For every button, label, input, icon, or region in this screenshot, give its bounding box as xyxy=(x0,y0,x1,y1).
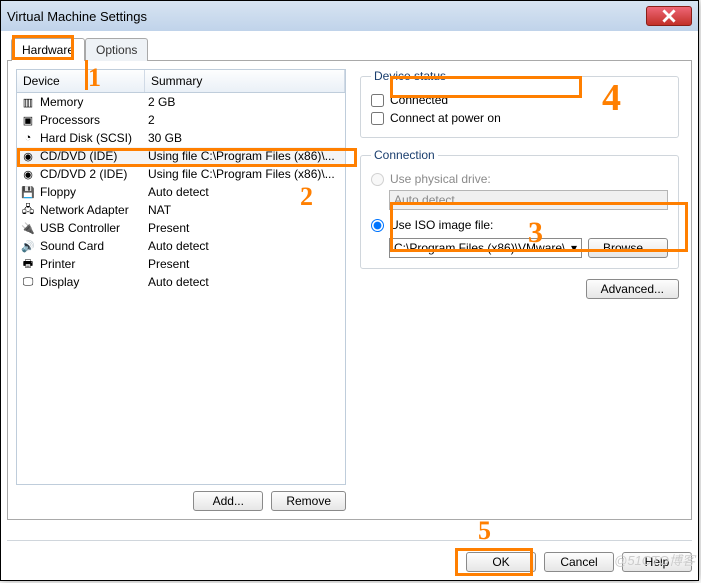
connect-power-label: Connect at power on xyxy=(390,111,501,125)
device-row-printer[interactable]: 🖶 PrinterPresent xyxy=(17,255,345,273)
device-row-hard-disk-scsi-[interactable]: ◔ Hard Disk (SCSI)30 GB xyxy=(17,129,345,147)
connected-label: Connected xyxy=(390,93,448,107)
cd-icon: ◉ xyxy=(20,148,36,164)
net-icon: 🖧 xyxy=(20,202,36,218)
device-name: Memory xyxy=(40,95,148,109)
window-title: Virtual Machine Settings xyxy=(7,9,147,24)
memory-icon: ▥ xyxy=(20,94,36,110)
device-name: USB Controller xyxy=(40,221,148,235)
column-header-device[interactable]: Device xyxy=(17,70,145,92)
device-list-header: Device Summary xyxy=(16,69,346,93)
physical-drive-combo: Auto detect xyxy=(389,190,668,210)
cancel-button[interactable]: Cancel xyxy=(544,552,614,572)
connection-group: Connection Use physical drive: Auto dete… xyxy=(360,148,679,269)
device-row-cd-dvd-ide-[interactable]: ◉ CD/DVD (IDE)Using file C:\Program Files… xyxy=(17,147,345,165)
device-column: Device Summary ▥ Memory2 GB ▣ Processors2 ◔ H… xyxy=(16,69,346,511)
physical-drive-label: Use physical drive: xyxy=(390,172,491,186)
device-name: Processors xyxy=(40,113,148,127)
device-summary: 30 GB xyxy=(148,131,342,145)
physical-drive-radio xyxy=(371,173,384,186)
device-summary: Present xyxy=(148,221,342,235)
iso-row[interactable]: Use ISO image file: xyxy=(371,216,668,234)
device-summary: Using file C:\Program Files (x86)\... xyxy=(148,167,342,181)
device-row-processors[interactable]: ▣ Processors2 xyxy=(17,111,345,129)
device-list-buttons: Add... Remove xyxy=(16,491,346,511)
device-row-floppy[interactable]: 💾 FloppyAuto detect xyxy=(17,183,345,201)
physical-drive-row: Use physical drive: xyxy=(371,170,668,188)
add-button[interactable]: Add... xyxy=(193,491,263,511)
device-list[interactable]: ▥ Memory2 GB ▣ Processors2 ◔ Hard Disk (SCSI)… xyxy=(16,93,346,485)
device-summary: 2 xyxy=(148,113,342,127)
device-name: CD/DVD (IDE) xyxy=(40,149,148,163)
disk-icon: ◔ xyxy=(20,130,36,146)
device-status-legend: Device status xyxy=(371,69,449,83)
device-summary: 2 GB xyxy=(148,95,342,109)
device-name: Network Adapter xyxy=(40,203,148,217)
tab-hardware[interactable]: Hardware xyxy=(11,38,85,61)
device-row-usb-controller[interactable]: 🔌 USB ControllerPresent xyxy=(17,219,345,237)
iso-path-text: C:\Program Files (x86)\VMware\ xyxy=(394,241,565,255)
device-name: Display xyxy=(40,275,148,289)
device-status-group: Device status Connected Connect at power… xyxy=(360,69,679,138)
tab-panel: Device Summary ▥ Memory2 GB ▣ Processors2 ◔ H… xyxy=(7,60,692,520)
device-summary: Using file C:\Program Files (x86)\... xyxy=(148,149,342,163)
advanced-button[interactable]: Advanced... xyxy=(586,279,679,299)
tab-options[interactable]: Options xyxy=(85,38,148,61)
display-icon: 🖵 xyxy=(20,274,36,290)
device-summary: Auto detect xyxy=(148,185,342,199)
cd-icon: ◉ xyxy=(20,166,36,182)
help-button[interactable]: Help xyxy=(622,552,692,572)
device-name: Printer xyxy=(40,257,148,271)
client-area: Hardware Options Device Summary ▥ Memory2… xyxy=(1,31,698,526)
printer-icon: 🖶 xyxy=(20,256,36,272)
connect-power-row[interactable]: Connect at power on xyxy=(371,109,668,127)
device-row-sound-card[interactable]: 🔊 Sound CardAuto detect xyxy=(17,237,345,255)
device-row-cd-dvd-2-ide-[interactable]: ◉ CD/DVD 2 (IDE)Using file C:\Program Fil… xyxy=(17,165,345,183)
connection-legend: Connection xyxy=(371,148,438,162)
tab-strip: Hardware Options xyxy=(7,37,692,60)
ok-button[interactable]: OK xyxy=(466,552,536,572)
iso-input-row: C:\Program Files (x86)\VMware\ ▾ Browse..… xyxy=(371,238,668,258)
device-name: Floppy xyxy=(40,185,148,199)
device-summary: NAT xyxy=(148,203,342,217)
dialog-footer: OK Cancel Help xyxy=(7,540,692,574)
iso-path-input[interactable]: C:\Program Files (x86)\VMware\ ▾ xyxy=(389,238,582,258)
remove-button[interactable]: Remove xyxy=(271,491,346,511)
iso-radio[interactable] xyxy=(371,219,384,232)
device-summary: Present xyxy=(148,257,342,271)
usb-icon: 🔌 xyxy=(20,220,36,236)
dropdown-caret-icon[interactable]: ▾ xyxy=(571,241,577,255)
device-summary: Auto detect xyxy=(148,275,342,289)
device-name: Hard Disk (SCSI) xyxy=(40,131,148,145)
settings-window: Virtual Machine Settings Hardware Option… xyxy=(0,0,699,581)
floppy-icon: 💾 xyxy=(20,184,36,200)
device-row-network-adapter[interactable]: 🖧 Network AdapterNAT xyxy=(17,201,345,219)
connected-checkbox[interactable] xyxy=(371,94,384,107)
device-name: Sound Card xyxy=(40,239,148,253)
browse-button[interactable]: Browse... xyxy=(588,238,668,258)
device-summary: Auto detect xyxy=(148,239,342,253)
iso-label: Use ISO image file: xyxy=(390,218,493,232)
device-row-memory[interactable]: ▥ Memory2 GB xyxy=(17,93,345,111)
cpu-icon: ▣ xyxy=(20,112,36,128)
connected-row[interactable]: Connected xyxy=(371,91,668,109)
close-icon xyxy=(662,9,676,23)
connect-power-checkbox[interactable] xyxy=(371,112,384,125)
titlebar: Virtual Machine Settings xyxy=(1,1,698,31)
sound-icon: 🔊 xyxy=(20,238,36,254)
device-row-display[interactable]: 🖵 DisplayAuto detect xyxy=(17,273,345,291)
device-detail: Device status Connected Connect at power… xyxy=(356,69,683,511)
device-name: CD/DVD 2 (IDE) xyxy=(40,167,148,181)
column-header-summary[interactable]: Summary xyxy=(145,70,345,92)
close-button[interactable] xyxy=(646,6,692,26)
